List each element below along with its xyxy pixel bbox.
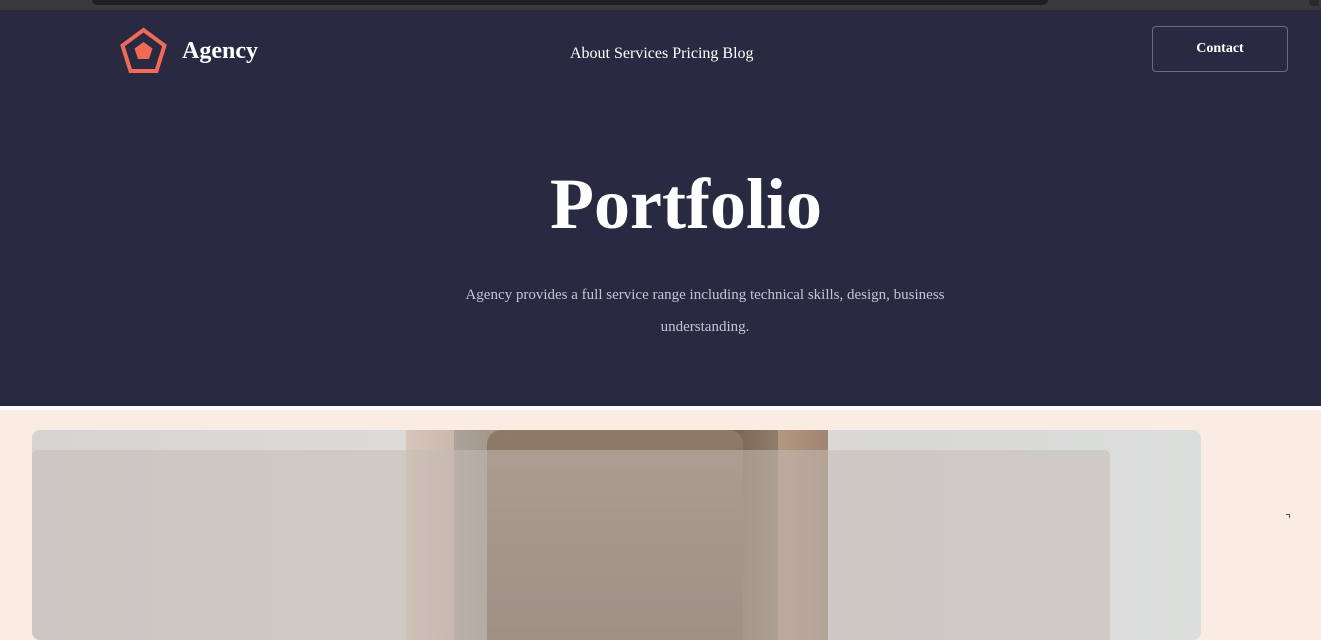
browser-top-strip (0, 0, 1321, 10)
pentagon-logo-icon (119, 27, 168, 75)
image-overlay (32, 450, 1110, 640)
cursor-mark (1286, 514, 1290, 518)
corner-mark (1309, 0, 1319, 6)
section-divider (0, 406, 1321, 410)
hero-section: Agency About Services Pricing Blog Conta… (0, 10, 1321, 406)
brand-name: Agency (182, 37, 258, 64)
contact-button[interactable]: Contact (1152, 26, 1288, 72)
nav-item-about[interactable]: About (570, 45, 610, 63)
page-title: Portfolio (550, 164, 822, 244)
nav-item-services[interactable]: Services (614, 45, 668, 63)
brand[interactable]: Agency (119, 27, 258, 75)
nav-item-pricing[interactable]: Pricing (672, 45, 718, 63)
portfolio-image[interactable] (32, 430, 1201, 640)
top-bar (92, 0, 1048, 5)
nav-item-blog[interactable]: Blog (722, 45, 753, 63)
main-nav: About Services Pricing Blog (570, 45, 754, 63)
hero-description: Agency provides a full service range inc… (465, 287, 945, 335)
